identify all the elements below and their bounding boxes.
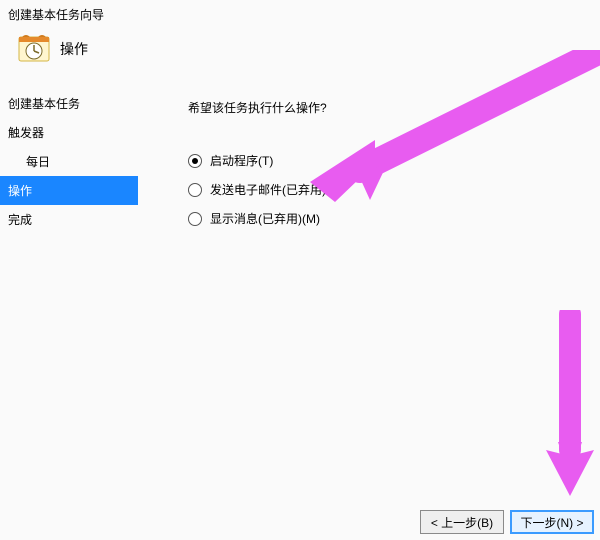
sidebar-step-4[interactable]: 完成 [0, 205, 138, 234]
sidebar-step-1[interactable]: 触发器 [0, 118, 138, 147]
action-option-label: 发送电子邮件(已弃用)(S) [210, 181, 342, 198]
action-question: 希望该任务执行什么操作? [188, 99, 592, 116]
wizard-footer: < 上一步(B) 下一步(N) > [420, 510, 594, 534]
sidebar-step-2[interactable]: 每日 [0, 147, 138, 176]
back-button[interactable]: < 上一步(B) [420, 510, 504, 534]
sidebar-step-0[interactable]: 创建基本任务 [0, 89, 138, 118]
radio-icon[interactable] [188, 183, 202, 197]
action-option-0[interactable]: 启动程序(T) [188, 152, 592, 169]
action-option-2[interactable]: 显示消息(已弃用)(M) [188, 210, 592, 227]
wizard-clock-icon [18, 33, 50, 65]
action-radio-group: 启动程序(T) 发送电子邮件(已弃用)(S) 显示消息(已弃用)(M) [188, 152, 592, 227]
radio-icon[interactable] [188, 154, 202, 168]
wizard-content: 希望该任务执行什么操作? 启动程序(T) 发送电子邮件(已弃用)(S) 显示消息(已… [138, 81, 600, 461]
wizard-title: 创建基本任务向导 [6, 4, 594, 29]
sidebar-step-3[interactable]: 操作 [0, 176, 138, 205]
wizard-steps-sidebar: 创建基本任务触发器每日操作完成 [0, 81, 138, 461]
action-option-1[interactable]: 发送电子邮件(已弃用)(S) [188, 181, 592, 198]
radio-icon[interactable] [188, 212, 202, 226]
page-heading: 操作 [60, 39, 88, 59]
action-option-label: 显示消息(已弃用)(M) [210, 210, 320, 227]
action-option-label: 启动程序(T) [210, 152, 273, 169]
next-button[interactable]: 下一步(N) > [510, 510, 594, 534]
